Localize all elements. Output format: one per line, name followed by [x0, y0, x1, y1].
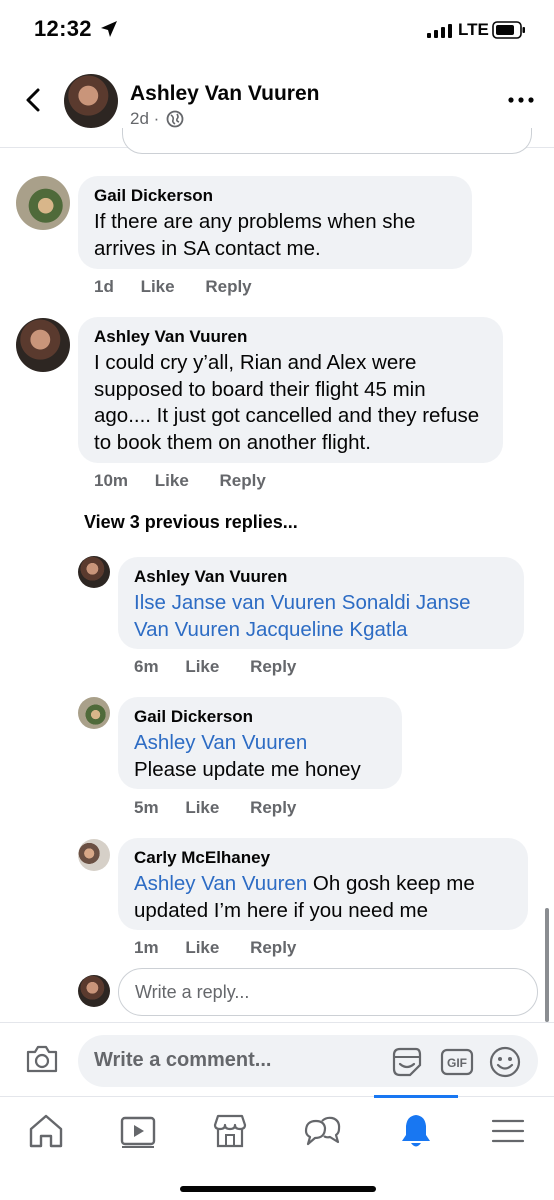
avatar[interactable]	[78, 556, 110, 588]
reply-time: 1m	[134, 938, 159, 957]
like-button[interactable]: Like	[185, 938, 219, 957]
mention-link[interactable]: Ashley Van Vuuren	[134, 730, 386, 757]
like-button[interactable]: Like	[141, 277, 175, 296]
emoji-icon[interactable]	[488, 1045, 522, 1079]
reply-button[interactable]: Reply	[205, 277, 251, 296]
network-label: LTE	[458, 20, 489, 39]
reply-actions: 1m Like Reply	[134, 938, 322, 958]
post-timestamp: 2d ·	[130, 109, 160, 128]
reply-author[interactable]: Ashley Van Vuuren	[134, 567, 508, 587]
gif-icon[interactable]: GIF	[440, 1045, 474, 1079]
comment-input[interactable]: Write a comment... GIF	[78, 1035, 538, 1087]
reply-text: Please update me honey	[134, 757, 361, 781]
comment-time: 1d	[94, 277, 114, 296]
comment-time: 10m	[94, 471, 129, 490]
mention-link[interactable]: Ilse Janse van Vuuren Sonaldi Janse Van …	[134, 590, 508, 643]
bell-icon[interactable]	[396, 1111, 436, 1151]
bottom-tab-bar	[0, 1095, 554, 1200]
avatar[interactable]	[78, 839, 110, 871]
reply-button[interactable]: Reply	[250, 657, 296, 676]
post-author-avatar[interactable]	[64, 74, 118, 128]
reply-bubble: Gail Dickerson Ashley Van Vuuren Please …	[118, 697, 402, 789]
status-time: 12:32	[34, 16, 92, 41]
comment-bubble: Ashley Van Vuuren I could cry y’all, Ria…	[78, 317, 503, 463]
store-icon[interactable]	[210, 1111, 250, 1151]
comment-actions: 10m Like Reply	[94, 471, 292, 491]
camera-icon[interactable]	[24, 1043, 60, 1075]
svg-text:GIF: GIF	[447, 1056, 467, 1070]
like-button[interactable]: Like	[185, 798, 219, 817]
reply-actions: 5m Like Reply	[134, 798, 322, 818]
reply-input[interactable]: Write a reply...	[118, 968, 538, 1016]
reply-button[interactable]: Reply	[220, 471, 266, 490]
reply-bubble: Ashley Van Vuuren Ilse Janse van Vuuren …	[118, 557, 524, 649]
reply-bubble: Carly McElhaney Ashley Van Vuuren Oh gos…	[118, 838, 528, 930]
reply-input-placeholder: Write a reply...	[135, 982, 250, 1002]
avatar[interactable]	[16, 318, 70, 372]
like-button[interactable]: Like	[185, 657, 219, 676]
scrollbar[interactable]	[545, 908, 549, 1022]
comment-author[interactable]: Ashley Van Vuuren	[94, 327, 487, 347]
comment-composer: Write a comment... GIF	[0, 1022, 554, 1096]
sticker-icon[interactable]	[390, 1045, 424, 1079]
home-icon[interactable]	[26, 1111, 66, 1151]
battery-icon	[492, 21, 525, 39]
more-options-icon[interactable]	[506, 92, 536, 108]
video-icon[interactable]	[118, 1111, 158, 1151]
reply-author[interactable]: Carly McElhaney	[134, 848, 512, 868]
comment-input-placeholder: Write a comment...	[94, 1049, 272, 1071]
reply-author[interactable]: Gail Dickerson	[134, 707, 386, 727]
signal-icon	[427, 24, 452, 38]
avatar[interactable]	[78, 697, 110, 729]
like-button[interactable]: Like	[155, 471, 189, 490]
reply-button[interactable]: Reply	[250, 798, 296, 817]
post-author-name[interactable]: Ashley Van Vuuren	[130, 82, 319, 106]
comment-author[interactable]: Gail Dickerson	[94, 186, 456, 206]
home-indicator[interactable]	[180, 1186, 376, 1192]
location-arrow-icon	[101, 21, 117, 37]
globe-icon	[166, 110, 184, 128]
comment-actions: 1d Like Reply	[94, 277, 278, 297]
reply-time: 6m	[134, 657, 159, 676]
comment-bubble: Gail Dickerson If there are any problems…	[78, 176, 472, 269]
reply-actions: 6m Like Reply	[134, 657, 322, 677]
status-bar: 12:32 LTE	[0, 0, 554, 62]
reply-time: 5m	[134, 798, 159, 817]
comment-text: I could cry y’all, Rian and Alex were su…	[94, 351, 480, 454]
avatar	[78, 975, 110, 1007]
reply-button[interactable]: Reply	[250, 938, 296, 957]
menu-icon[interactable]	[488, 1111, 528, 1151]
comment-text: If there are any problems when she arriv…	[94, 210, 416, 260]
mention-link[interactable]: Ashley Van Vuuren	[134, 872, 307, 895]
previous-comment-bubble	[122, 128, 532, 154]
view-previous-replies-link[interactable]: View 3 previous replies...	[84, 512, 298, 533]
back-arrow-icon[interactable]	[20, 86, 48, 114]
avatar[interactable]	[16, 176, 70, 230]
active-tab-indicator	[374, 1095, 458, 1098]
chat-bubbles-icon[interactable]	[302, 1111, 342, 1151]
